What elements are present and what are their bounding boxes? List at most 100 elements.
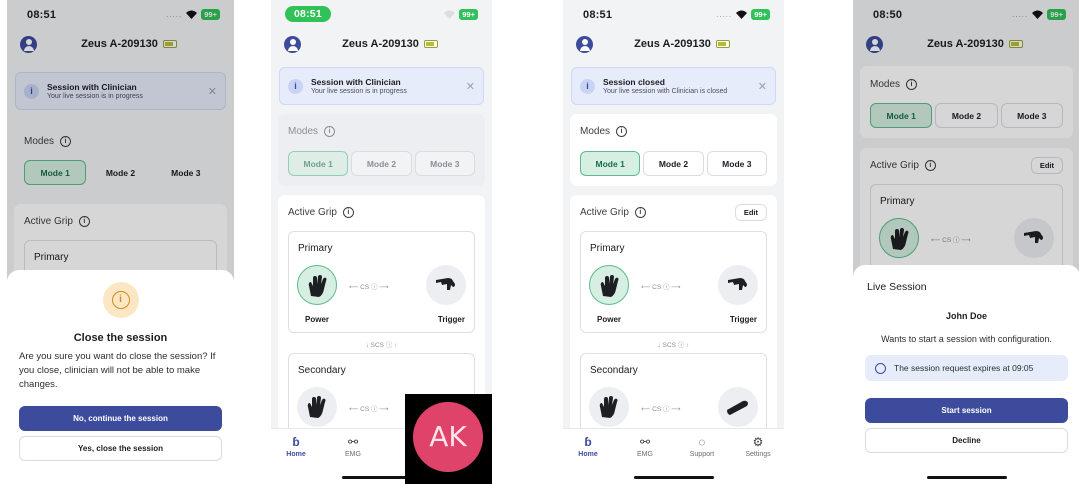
participant-avatar: AK (405, 394, 492, 484)
request-message: Wants to start a session with configurat… (881, 334, 1052, 344)
tab-emg[interactable]: ⚯ EMG (328, 435, 378, 458)
status-time: 08:51 (583, 9, 613, 21)
close-icon[interactable]: ✕ (466, 80, 475, 93)
continue-session-button[interactable]: No, continue the session (19, 406, 222, 431)
modes-title: Modes (580, 126, 611, 137)
start-session-button[interactable]: Start session (865, 398, 1068, 423)
status-bar: 08:51 ..... 99+ (563, 0, 784, 30)
device-header: Zeus A-209130 (284, 33, 479, 55)
home-indicator (926, 476, 1007, 479)
battery-indicator: 99+ (459, 9, 478, 20)
home-icon: ɓ (292, 435, 300, 449)
edit-button[interactable]: Edit (734, 204, 767, 221)
tab-home[interactable]: ɓ Home (563, 435, 613, 458)
info-icon: i (288, 78, 303, 94)
device-name: Zeus A-209130 (634, 38, 711, 50)
mode-2-button[interactable]: Mode 2 (351, 151, 412, 176)
trigger-label: Trigger (729, 315, 757, 324)
mode-2-button[interactable]: Mode 2 (643, 151, 704, 176)
avatar-icon[interactable] (284, 35, 301, 53)
tab-support[interactable]: ◌ Support (677, 435, 727, 458)
tab-emg[interactable]: ⚯ EMG (620, 435, 670, 458)
trigger-label: Trigger (437, 315, 465, 324)
mode-1-button[interactable]: Mode 1 (288, 151, 349, 176)
tab-bar: ɓ Home ⚯ EMG ◌ Support ⚙ Settings (563, 428, 784, 484)
banner-subtitle: Your live session with Clinician is clos… (603, 88, 728, 95)
expiry-notice: The session request expires at 09:05 (865, 355, 1068, 381)
device-name: Zeus A-209130 (342, 38, 419, 50)
mode-3-button[interactable]: Mode 3 (414, 151, 475, 176)
close-session-button[interactable]: Yes, close the session (19, 436, 222, 461)
emg-icon: ⚯ (639, 435, 651, 449)
status-bar: 08:51 99+ (271, 0, 492, 30)
cs-label: ⟵ CS ⓘ ⟶ (349, 406, 389, 413)
wifi-icon (444, 10, 456, 19)
status-time: 08:51 (285, 6, 331, 22)
info-icon: i (580, 78, 595, 94)
live-session-sheet: Live Session John Doe Wants to start a s… (853, 265, 1079, 484)
avatar-icon[interactable] (576, 35, 593, 53)
session-banner: i Session closed Your live session with … (571, 67, 776, 105)
banner-title: Session with Clinician (311, 77, 401, 87)
power-label: Power (305, 315, 330, 324)
requester-name: John Doe (945, 311, 987, 321)
power-grip-icon[interactable] (589, 265, 629, 305)
device-battery-icon (423, 40, 438, 48)
dialog-body: Are you sure you want do close the sessi… (19, 351, 216, 390)
primary-label: Primary (590, 243, 625, 254)
info-icon[interactable]: i (616, 126, 628, 137)
primary-grip-box[interactable]: Primary ⟵ CS ⓘ ⟶ Power Trigger (288, 231, 475, 333)
tab-settings[interactable]: ⚙ Settings (733, 435, 783, 458)
active-grip-card: Active Grip i Edit Primary ⟵ CS ⓘ ⟶ Power… (570, 195, 777, 443)
emg-icon: ⚯ (347, 435, 359, 449)
cs-label: ⟵ CS ⓘ ⟶ (641, 406, 681, 413)
mode-3-button[interactable]: Mode 3 (706, 151, 767, 176)
info-icon[interactable]: i (342, 207, 354, 218)
session-banner: i Session with Clinician Your live sessi… (279, 67, 484, 105)
primary-grip-box[interactable]: Primary ⟵ CS ⓘ ⟶ Power Trigger (580, 231, 767, 333)
power-grip-icon[interactable] (297, 265, 337, 305)
expiry-text: The session request expires at 09:05 (894, 363, 1034, 373)
active-grip-title: Active Grip (288, 207, 337, 218)
secondary-label: Secondary (298, 365, 346, 376)
modes-card: Modes i Mode 1 Mode 2 Mode 3 (570, 114, 777, 186)
phone-session-closed: 08:51 ..... 99+ Zeus A-209130 i Session … (563, 0, 784, 484)
banner-title: Session closed (603, 77, 665, 87)
wifi-icon (736, 10, 748, 19)
tab-home[interactable]: ɓ Home (271, 435, 321, 458)
mode-1-button[interactable]: Mode 1 (580, 151, 641, 176)
decline-button[interactable]: Decline (865, 428, 1068, 453)
trigger-grip-icon[interactable] (718, 265, 758, 305)
scs-label: ↓ SCS ⓘ ↑ (365, 342, 398, 349)
gear-icon: ⚙ (752, 435, 764, 449)
primary-label: Primary (298, 243, 333, 254)
glove-grip-icon[interactable] (589, 387, 629, 427)
sheet-title: Live Session (867, 281, 927, 293)
warning-icon: i (102, 282, 139, 318)
flat-grip-icon[interactable] (718, 387, 758, 427)
secondary-label: Secondary (590, 365, 638, 376)
modes-card: Modes i Mode 1 Mode 2 Mode 3 (278, 114, 485, 186)
cs-label: ⟵ CS ⓘ ⟶ (349, 284, 389, 291)
battery-indicator: 99+ (751, 9, 770, 20)
scs-label: ↓ SCS ⓘ ↑ (657, 342, 690, 349)
device-header: Zeus A-209130 (576, 33, 771, 55)
support-icon: ◌ (698, 435, 706, 449)
trigger-grip-icon[interactable] (426, 265, 466, 305)
info-icon[interactable]: i (634, 207, 646, 218)
glove-grip-icon[interactable] (297, 387, 337, 427)
clock-icon (875, 362, 886, 374)
banner-subtitle: Your live session is in progress (311, 88, 407, 95)
home-icon: ɓ (584, 435, 592, 449)
cs-label: ⟵ CS ⓘ ⟶ (641, 284, 681, 291)
close-icon[interactable]: ✕ (758, 80, 767, 93)
device-battery-icon (715, 40, 730, 48)
active-grip-title: Active Grip (580, 207, 629, 218)
home-indicator (633, 476, 714, 479)
phone-live-session-request: 08:50 ..... 99+ Zeus A-209130 Modes i Mod… (853, 0, 1079, 484)
dialog-title: Close the session (73, 332, 168, 344)
power-label: Power (597, 315, 622, 324)
modes-title: Modes (288, 126, 319, 137)
avatar-initials: AK (413, 402, 483, 472)
info-icon[interactable]: i (324, 126, 336, 137)
